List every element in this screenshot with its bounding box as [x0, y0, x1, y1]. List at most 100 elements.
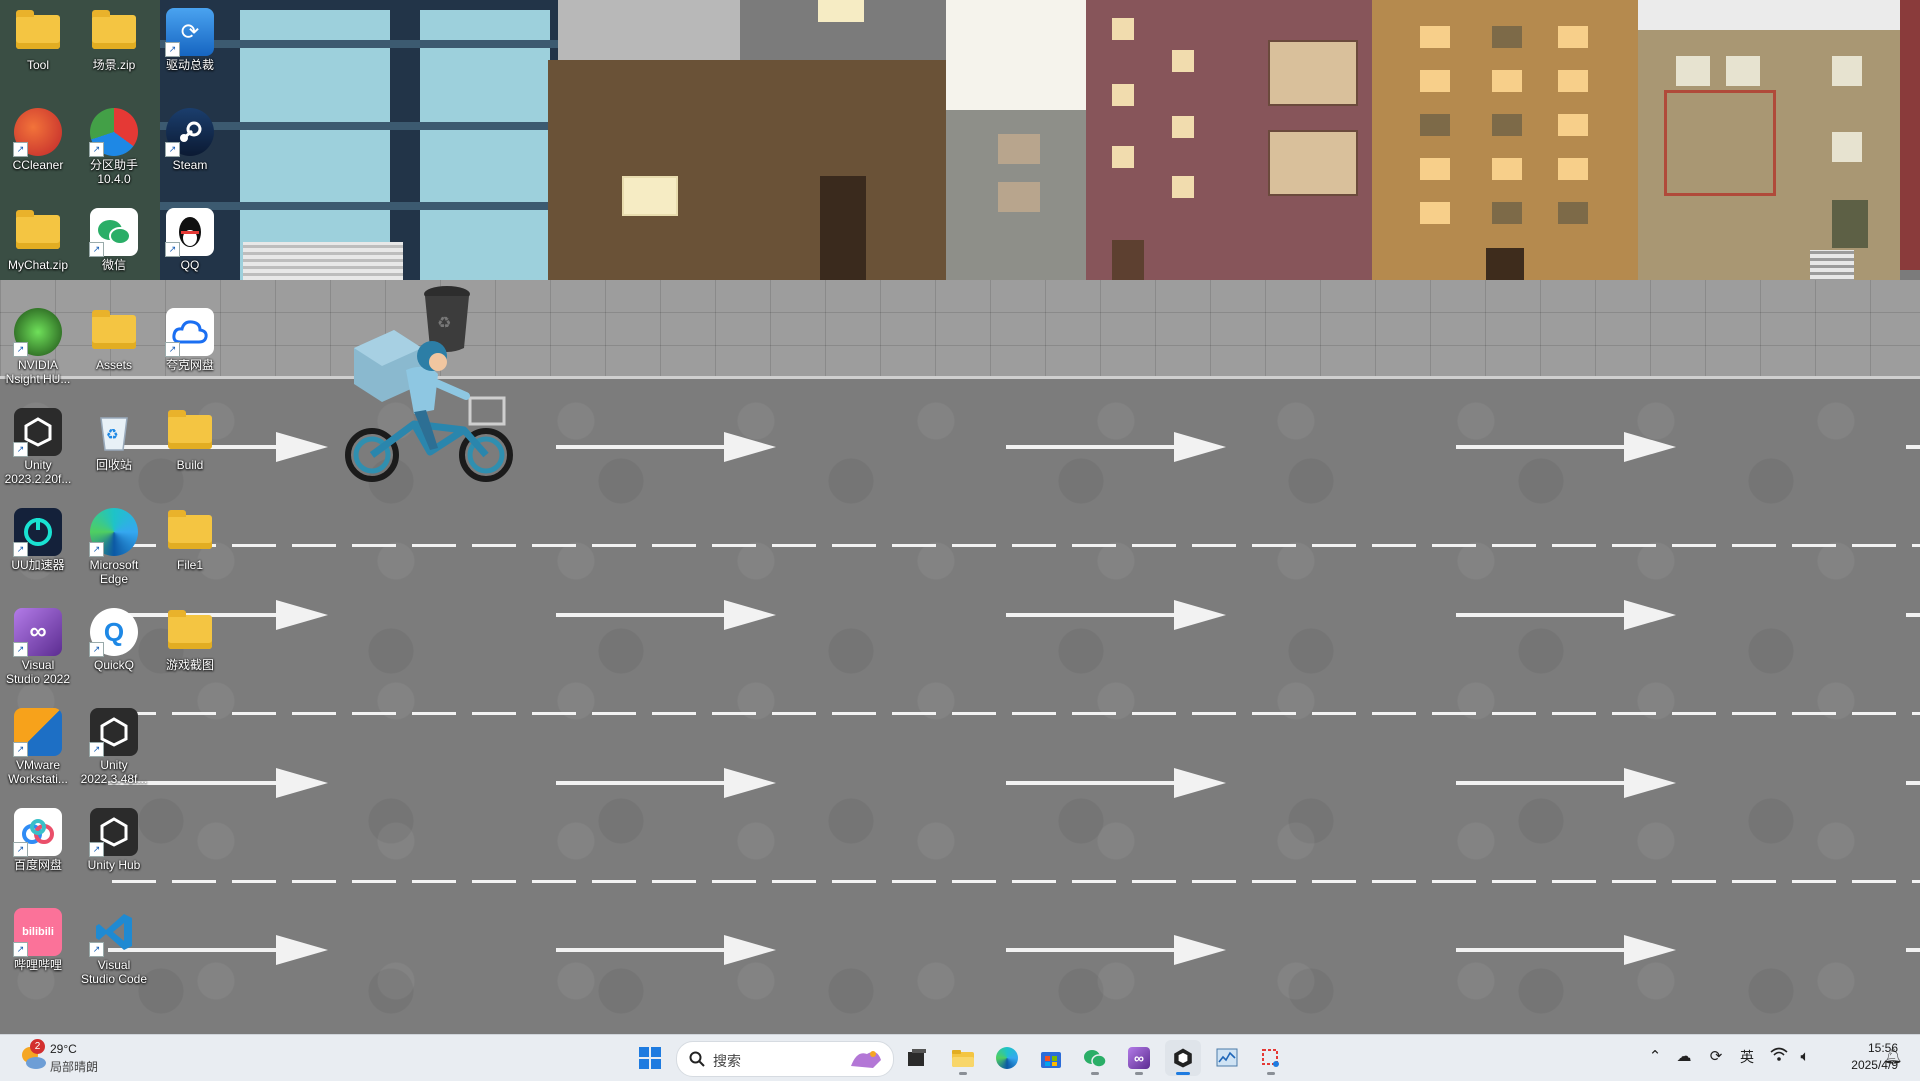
lane-arrow: [556, 768, 776, 798]
desktop-icon-ccleaner[interactable]: ↗ CCleaner: [0, 104, 76, 200]
vmware-icon: ↗: [13, 708, 62, 757]
desktop-icon-unity-2022[interactable]: ↗ Unity 2022.3.48f...: [76, 704, 152, 800]
taskbar-task-manager[interactable]: [1209, 1040, 1245, 1076]
building-brown: [548, 60, 946, 296]
desktop-icon-file1[interactable]: File1: [152, 504, 228, 600]
icon-label: 分区助手 10.4.0: [89, 158, 138, 186]
desktop-icon-bilibili[interactable]: bilibili ↗ 哔哩哔哩: [0, 904, 76, 1000]
weather-widget[interactable]: 2 29°C 局部晴朗: [16, 1039, 136, 1075]
taskbar-file-explorer[interactable]: [945, 1040, 981, 1076]
desktop-icon-vscode[interactable]: ↗ Visual Studio Code: [76, 904, 152, 1000]
desktop-icon-vmware[interactable]: ↗ VMware Workstati...: [0, 704, 76, 800]
lane-dash-row: [0, 880, 1920, 883]
icon-label: Visual Studio 2022: [5, 658, 71, 686]
edge-icon: ↗: [89, 508, 138, 557]
visual-studio-icon: ∞ ↗: [13, 608, 62, 657]
quark-netdisk-icon: ↗: [165, 308, 214, 357]
icon-label: 百度网盘: [13, 858, 62, 872]
taskbar-unity[interactable]: [1165, 1040, 1201, 1076]
desktop-icon-nvidia-nsight[interactable]: ↗ NVIDIA Nsight HU...: [0, 304, 76, 400]
desktop-icon-baidu-netdisk[interactable]: ↗ 百度网盘: [0, 804, 76, 900]
icon-label: Visual Studio Code: [80, 958, 148, 986]
quickq-icon: Q ↗: [89, 608, 138, 657]
cyclist-illustration: [345, 330, 513, 482]
desktop-icon-build[interactable]: Build: [152, 404, 228, 500]
running-indicator: [1176, 1072, 1190, 1075]
icon-label: 场景.zip: [92, 58, 136, 72]
desktop-icon-game-screenshots[interactable]: 游戏截图: [152, 604, 228, 700]
icon-label: VMware Workstati...: [8, 758, 68, 786]
tray-sync-icon[interactable]: ⟳: [1705, 1046, 1727, 1068]
desktop-icon-unity-2023[interactable]: ↗ Unity 2023.2.20f...: [0, 404, 76, 500]
start-button[interactable]: [632, 1040, 668, 1076]
desktop-icon-steam[interactable]: ↗ Steam: [152, 104, 228, 200]
tray-overflow-chevron-up-icon[interactable]: ⌃: [1644, 1046, 1666, 1068]
svg-text:♻: ♻: [106, 426, 119, 442]
desktop-icon-assets[interactable]: Assets: [76, 304, 152, 400]
desktop-icon-qq[interactable]: ↗ QQ: [152, 204, 228, 300]
nvidia-nsight-icon: ↗: [13, 308, 62, 357]
desktop-icon-tool[interactable]: Tool: [0, 4, 76, 100]
taskbar-store[interactable]: [1033, 1040, 1069, 1076]
icon-label: Steam: [172, 158, 208, 172]
weather-badge: 2: [30, 1039, 45, 1054]
taskbar-snipping-tool[interactable]: [1253, 1040, 1289, 1076]
lane-dash-row: [0, 712, 1920, 715]
lane-arrow: [1006, 768, 1226, 798]
tray-onedrive-off-icon[interactable]: ☁: [1673, 1046, 1695, 1068]
desktop-icon-unity-hub[interactable]: ↗ Unity Hub: [76, 804, 152, 900]
lane-dash-row: [0, 544, 1920, 547]
vscode-icon: ↗: [89, 908, 138, 957]
desktop-icon-visual-studio-2022[interactable]: ∞ ↗ Visual Studio 2022: [0, 604, 76, 700]
desktop-icon-quark-netdisk[interactable]: ↗ 夸克网盘: [152, 304, 228, 400]
desktop-icon-scene-zip[interactable]: 场景.zip: [76, 4, 152, 100]
taskbar-visual-studio[interactable]: ∞: [1121, 1040, 1157, 1076]
desktop-wallpaper: ♻: [0, 0, 1920, 1034]
start-icon: [639, 1047, 661, 1069]
bilibili-icon: bilibili ↗: [13, 908, 62, 957]
lane-arrow: [556, 935, 776, 965]
desktop-icon-partition-assistant[interactable]: ↗ 分区助手 10.4.0: [76, 104, 152, 200]
building-light: [946, 0, 1086, 110]
desktop-icon-mychat-zip[interactable]: MyChat.zip: [0, 204, 76, 300]
lane-arrow: [556, 600, 776, 630]
desktop-icon-wechat[interactable]: ↗ 微信: [76, 204, 152, 300]
icon-label: Unity 2023.2.20f...: [4, 458, 72, 486]
visual-studio-icon: ∞: [1128, 1047, 1150, 1069]
desktop-icon-microsoft-edge[interactable]: ↗ Microsoft Edge: [76, 504, 152, 600]
desktop-icon-recycle-bin[interactable]: ♻ 回收站: [76, 404, 152, 500]
tray-ime-indicator[interactable]: 英: [1736, 1046, 1758, 1068]
icon-label: CCleaner: [12, 158, 64, 172]
wifi-icon: [1770, 1047, 1788, 1061]
icon-label: Assets: [95, 358, 132, 372]
notification-bell-icon[interactable]: 🔔︎: [1882, 1046, 1904, 1068]
taskbar-task-view[interactable]: [899, 1040, 935, 1076]
desktop-icon-driver-president[interactable]: ⟳ ↗ 驱动总裁: [152, 4, 228, 100]
desktop-icon-uu-accelerator[interactable]: ↗ UU加速器: [0, 504, 76, 600]
search-icon: [689, 1051, 705, 1067]
lane-arrow: [1456, 768, 1676, 798]
desktop-icon-quickq[interactable]: Q ↗ QuickQ: [76, 604, 152, 700]
icon-label: 驱动总裁: [165, 58, 214, 72]
wechat-icon: ↗: [89, 208, 138, 257]
lane-arrow-edge: [1906, 781, 1920, 785]
partition-assistant-icon: ↗: [89, 108, 138, 157]
file-explorer-icon: [952, 1050, 974, 1067]
zip-folder-icon: [92, 10, 136, 49]
icon-label: MyChat.zip: [7, 258, 69, 272]
folder-icon: [168, 410, 212, 449]
steam-icon: ↗: [165, 108, 214, 157]
icon-label: 游戏截图: [165, 658, 214, 672]
snipping-tool-icon: [1262, 1049, 1279, 1067]
ccleaner-icon: ↗: [13, 108, 62, 157]
icon-label: 微信: [101, 258, 126, 272]
taskbar-search-box[interactable]: 搜索: [676, 1041, 894, 1077]
taskbar-wechat[interactable]: [1077, 1040, 1113, 1076]
building-grey: [946, 110, 1086, 300]
running-indicator: [959, 1072, 967, 1075]
lane-arrow: [1006, 600, 1226, 630]
tray-wifi-icon[interactable]: [1768, 1046, 1790, 1068]
wechat-icon: [1084, 1050, 1107, 1068]
icon-label: NVIDIA Nsight HU...: [5, 358, 71, 386]
taskbar-edge[interactable]: [989, 1040, 1025, 1076]
